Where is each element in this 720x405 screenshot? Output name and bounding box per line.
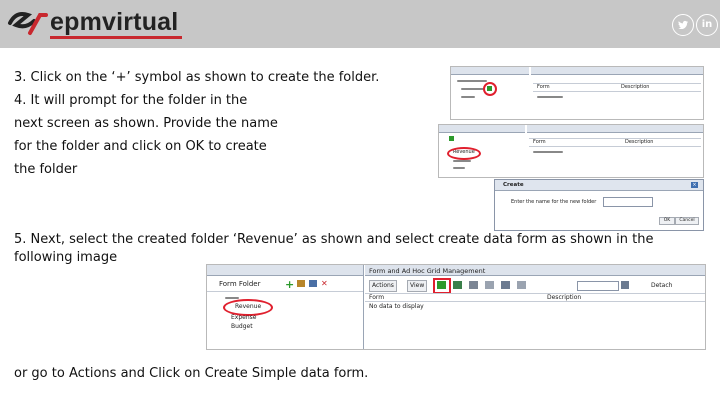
linkedin-icon[interactable]: in — [696, 14, 718, 36]
right-panel-header — [527, 125, 703, 133]
col-description: Description — [547, 294, 582, 301]
twitter-icon[interactable] — [672, 14, 694, 36]
view-menu[interactable]: View — [407, 280, 428, 292]
col-description: Description — [621, 84, 650, 90]
tree-line — [225, 297, 239, 299]
folder-icon[interactable] — [297, 280, 305, 287]
add-folder-icon[interactable]: + — [285, 278, 294, 291]
tree-line — [461, 96, 475, 98]
panel-divider — [207, 291, 363, 292]
search-input[interactable] — [577, 281, 619, 291]
cancel-button[interactable]: Cancel — [675, 217, 699, 225]
rename-icon[interactable] — [309, 280, 317, 287]
epmvirtual-logo-icon — [8, 12, 48, 35]
site-header: epmvirtual in — [0, 0, 720, 48]
highlight-box — [433, 278, 451, 294]
move-icon[interactable] — [517, 281, 526, 289]
grid-divider — [533, 83, 701, 84]
grid-divider — [533, 91, 701, 92]
tree-line — [457, 80, 487, 82]
step-6-text: or go to Actions and Click on Create Sim… — [14, 366, 369, 381]
step-4-line-3: for the folder and click on OK to create — [14, 139, 267, 154]
copy-icon[interactable] — [485, 281, 494, 289]
brand-underline — [50, 36, 182, 39]
tree-folder-budget[interactable]: Budget — [231, 323, 253, 330]
left-panel-header — [451, 67, 529, 75]
tree-line — [453, 167, 465, 169]
folder-name-prompt: Enter the name for the new folder — [511, 199, 597, 205]
search-icon[interactable] — [621, 281, 629, 289]
close-icon[interactable]: × — [691, 182, 698, 188]
dialog-title: Create — [503, 182, 524, 188]
brand-name[interactable]: epmvirtual — [50, 8, 178, 37]
col-form: Form — [533, 139, 546, 145]
col-description: Description — [625, 139, 654, 145]
step-3-text: 3. Click on the ‘+’ symbol as shown to c… — [14, 70, 380, 85]
screenshot-create-form: Form Folder + ✕ Revenue Expense Budget F… — [206, 264, 706, 350]
add-folder-icon[interactable] — [449, 136, 454, 141]
dialog-titlebar — [495, 180, 703, 191]
create-folder-dialog: Create × Enter the name for the new fold… — [494, 179, 704, 231]
tree-line — [461, 88, 485, 90]
highlight-circle — [447, 147, 481, 160]
screenshot-add-folder: Form Description — [450, 66, 704, 120]
grid-divider — [365, 293, 705, 294]
create-adhoc-icon[interactable] — [453, 281, 462, 289]
row-placeholder — [533, 151, 563, 153]
detach-button[interactable]: Detach — [651, 282, 672, 289]
step-5-line-2: following image — [14, 250, 118, 265]
right-panel-header — [531, 67, 703, 75]
form-folder-panel: Form Folder + ✕ Revenue Expense Budget — [207, 265, 364, 349]
grid-divider — [365, 301, 705, 302]
form-folder-title: Form Folder — [219, 280, 261, 288]
col-form: Form — [369, 294, 385, 301]
tree-folder-expense[interactable]: Expense — [231, 314, 256, 321]
grid-divider — [529, 146, 701, 147]
highlight-circle — [483, 82, 497, 96]
edit-icon[interactable] — [469, 281, 478, 289]
delete-form-icon[interactable] — [501, 281, 510, 289]
screenshot-folder-selected: Revenue Form Description — [438, 124, 704, 178]
empty-message: No data to display — [369, 303, 424, 310]
left-titlebar — [207, 265, 363, 276]
delete-icon[interactable]: ✕ — [321, 279, 328, 288]
step-4-line-2: next screen as shown. Provide the name — [14, 116, 278, 131]
tree-line — [453, 160, 471, 162]
actions-menu[interactable]: Actions — [369, 280, 397, 292]
col-form: Form — [537, 84, 550, 90]
grid-divider — [529, 138, 701, 139]
folder-name-input[interactable] — [603, 197, 653, 207]
step-4-line-4: the folder — [14, 162, 78, 177]
row-placeholder — [537, 96, 563, 98]
step-4-line-1: 4. It will prompt for the folder in the — [14, 93, 248, 108]
form-grid-title: Form and Ad Hoc Grid Management — [369, 267, 486, 275]
left-panel-header — [439, 125, 525, 133]
ok-button[interactable]: OK — [659, 217, 675, 225]
